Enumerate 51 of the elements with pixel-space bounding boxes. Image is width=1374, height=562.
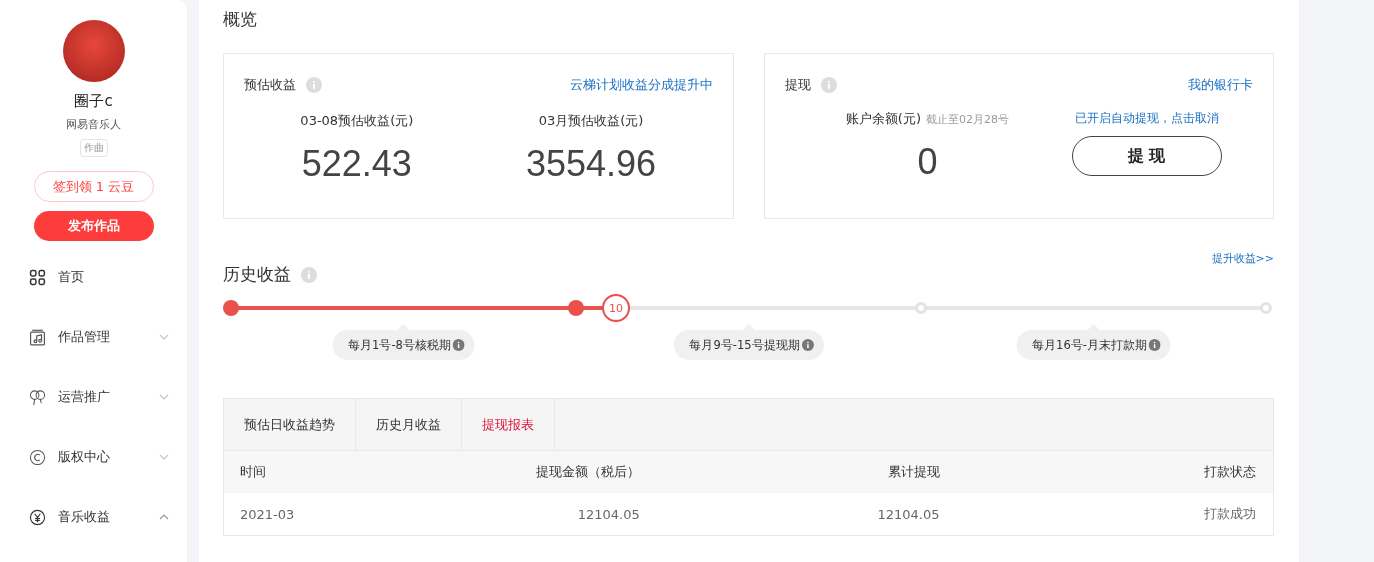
info-icon	[452, 339, 465, 351]
nav-item[interactable]: 运营推广	[0, 387, 187, 407]
info-icon	[1148, 339, 1161, 351]
stat-label: 03-08预估收益(元)	[300, 112, 414, 130]
nav-item[interactable]: 首页	[0, 267, 187, 287]
nav-item[interactable]: 作品管理	[0, 327, 187, 347]
table-cell-text: 12104.05	[576, 506, 640, 522]
checkin-button[interactable]: 签到领 1 云豆	[33, 171, 154, 202]
profile-name: 圈子c	[74, 92, 113, 111]
stat-value: 3554.96	[526, 143, 657, 185]
table-cell-text: 12104.05	[876, 506, 940, 522]
nav-label: 版权中心	[58, 448, 111, 466]
grid-icon	[29, 268, 46, 286]
publish-button[interactable]: 发布作品	[33, 211, 154, 241]
card-title: 预估收益	[244, 76, 296, 94]
nav-label: 首页	[58, 268, 85, 286]
nav-label: 音乐收益	[58, 508, 111, 526]
stat-label: 03月预估收益(元)	[538, 112, 644, 130]
stat-value: 522.43	[301, 143, 412, 185]
section-title: 历史收益	[223, 263, 291, 286]
info-icon	[820, 77, 837, 93]
table-cell-text: 打款成功	[1203, 505, 1256, 523]
column-header: 打款状态	[1203, 463, 1256, 481]
nav-item[interactable]: 版权中心	[0, 447, 187, 467]
card-title: 提现	[784, 76, 811, 94]
music-note-icon	[29, 328, 46, 346]
profile-tag: 作曲	[79, 139, 108, 157]
balance-value: 0	[917, 141, 938, 183]
balloons-icon	[29, 388, 46, 406]
profile-role: 网易音乐人	[66, 117, 121, 132]
info-icon	[801, 339, 814, 351]
info-icon	[301, 266, 317, 283]
withdraw-button[interactable]: 提 现	[1071, 136, 1222, 176]
info-icon	[306, 77, 322, 93]
yen-icon	[29, 508, 46, 526]
nav-label: 作品管理	[58, 328, 111, 346]
auto-withdraw-link[interactable]: 已开启自动提现，点击取消	[1074, 110, 1219, 127]
section-title: 概览	[223, 8, 258, 31]
current-day-marker: 10	[602, 294, 630, 322]
balance-note: 截止至02月28号	[926, 112, 1009, 127]
column-header: 累计提现	[886, 463, 940, 481]
bank-card-link[interactable]: 我的银行卡	[1188, 76, 1253, 94]
column-header: 提现金额（税后）	[534, 463, 640, 481]
nav-label: 运营推广	[58, 388, 111, 406]
column-header: 时间	[240, 463, 267, 481]
table-cell-text: 2021-03	[240, 506, 296, 522]
boost-earnings-link[interactable]: 提升收益>>	[1211, 251, 1274, 266]
copyright-icon	[29, 448, 46, 466]
balance-label: 账户余额(元)	[845, 110, 921, 128]
nav-item[interactable]: 音乐收益	[0, 507, 187, 527]
promo-link[interactable]: 云梯计划收益分成提升中	[569, 76, 713, 94]
